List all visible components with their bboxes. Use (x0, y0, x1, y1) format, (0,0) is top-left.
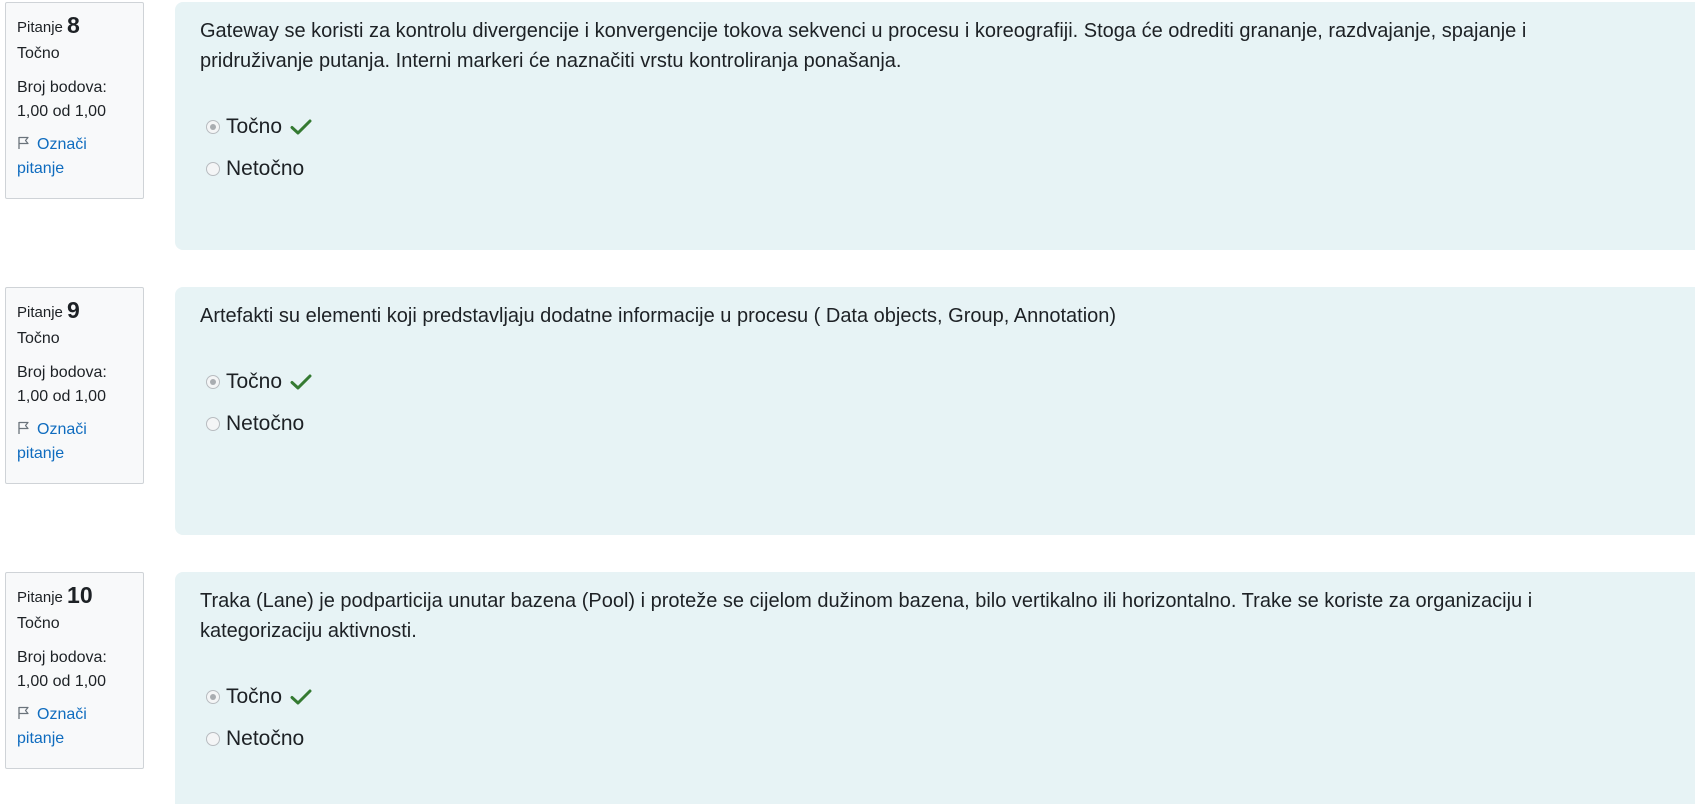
question-content: Traka (Lane) je podparticija unutar baze… (175, 572, 1695, 804)
flag-icon (18, 706, 29, 719)
question-label: Pitanje (17, 589, 63, 606)
radio-button[interactable] (206, 375, 220, 389)
question-info: Pitanje 10 Točno Broj bodova: 1,00 od 1,… (5, 572, 144, 769)
radio-button[interactable] (206, 120, 220, 134)
answer-option-false[interactable]: Netočno (206, 410, 304, 438)
answer-label: Netočno (226, 727, 305, 750)
flag-icon (18, 136, 29, 149)
question-label: Pitanje (17, 304, 63, 321)
answer-label: Točno (226, 370, 283, 393)
question-number-line: Pitanje 9 (17, 298, 133, 324)
answer-option-true[interactable]: Točno (206, 683, 312, 711)
question-info: Pitanje 9 Točno Broj bodova: 1,00 od 1,0… (5, 287, 144, 484)
answer-label: Točno (226, 115, 283, 138)
question-info: Pitanje 8 Točno Broj bodova: 1,00 od 1,0… (5, 2, 144, 199)
question-number: 9 (67, 297, 80, 323)
answer-label: Netočno (226, 157, 305, 180)
question-number-line: Pitanje 8 (17, 13, 133, 39)
radio-button[interactable] (206, 690, 220, 704)
question-content: Artefakti su elementi koji predstavljaju… (175, 287, 1695, 535)
check-icon (290, 119, 312, 135)
question-number-line: Pitanje 10 (17, 583, 133, 609)
answer-option-false[interactable]: Netočno (206, 725, 304, 753)
question-number: 8 (67, 12, 80, 38)
radio-button[interactable] (206, 732, 220, 746)
answer-label: Netočno (226, 412, 305, 435)
question-grade: Broj bodova: 1,00 od 1,00 (17, 364, 107, 405)
question-state: Točno (17, 45, 60, 62)
question-text: Gateway se koristi za kontrolu divergenc… (200, 20, 1527, 72)
radio-button[interactable] (206, 162, 220, 176)
radio-button[interactable] (206, 417, 220, 431)
question-grade: Broj bodova: 1,00 od 1,00 (17, 649, 107, 690)
question-number: 10 (67, 582, 93, 608)
quiz-review: Pitanje 8 Točno Broj bodova: 1,00 od 1,0… (0, 0, 1695, 804)
question-text: Traka (Lane) je podparticija unutar baze… (200, 590, 1533, 642)
check-icon (290, 689, 312, 705)
answer-option-false[interactable]: Netočno (206, 155, 304, 183)
answer-option-true[interactable]: Točno (206, 368, 312, 396)
flag-question-link[interactable]: Označi pitanje (17, 418, 133, 466)
flag-question-link[interactable]: Označi pitanje (17, 703, 133, 751)
question-content: Gateway se koristi za kontrolu divergenc… (175, 2, 1695, 250)
question-state: Točno (17, 615, 60, 632)
answer-label: Točno (226, 685, 283, 708)
question-text: Artefakti su elementi koji predstavljaju… (200, 305, 1117, 327)
flag-icon (18, 421, 29, 434)
answer-option-true[interactable]: Točno (206, 113, 312, 141)
question-state: Točno (17, 330, 60, 347)
question-grade: Broj bodova: 1,00 od 1,00 (17, 79, 107, 120)
check-icon (290, 374, 312, 390)
question-label: Pitanje (17, 19, 63, 36)
flag-question-link[interactable]: Označi pitanje (17, 133, 133, 181)
